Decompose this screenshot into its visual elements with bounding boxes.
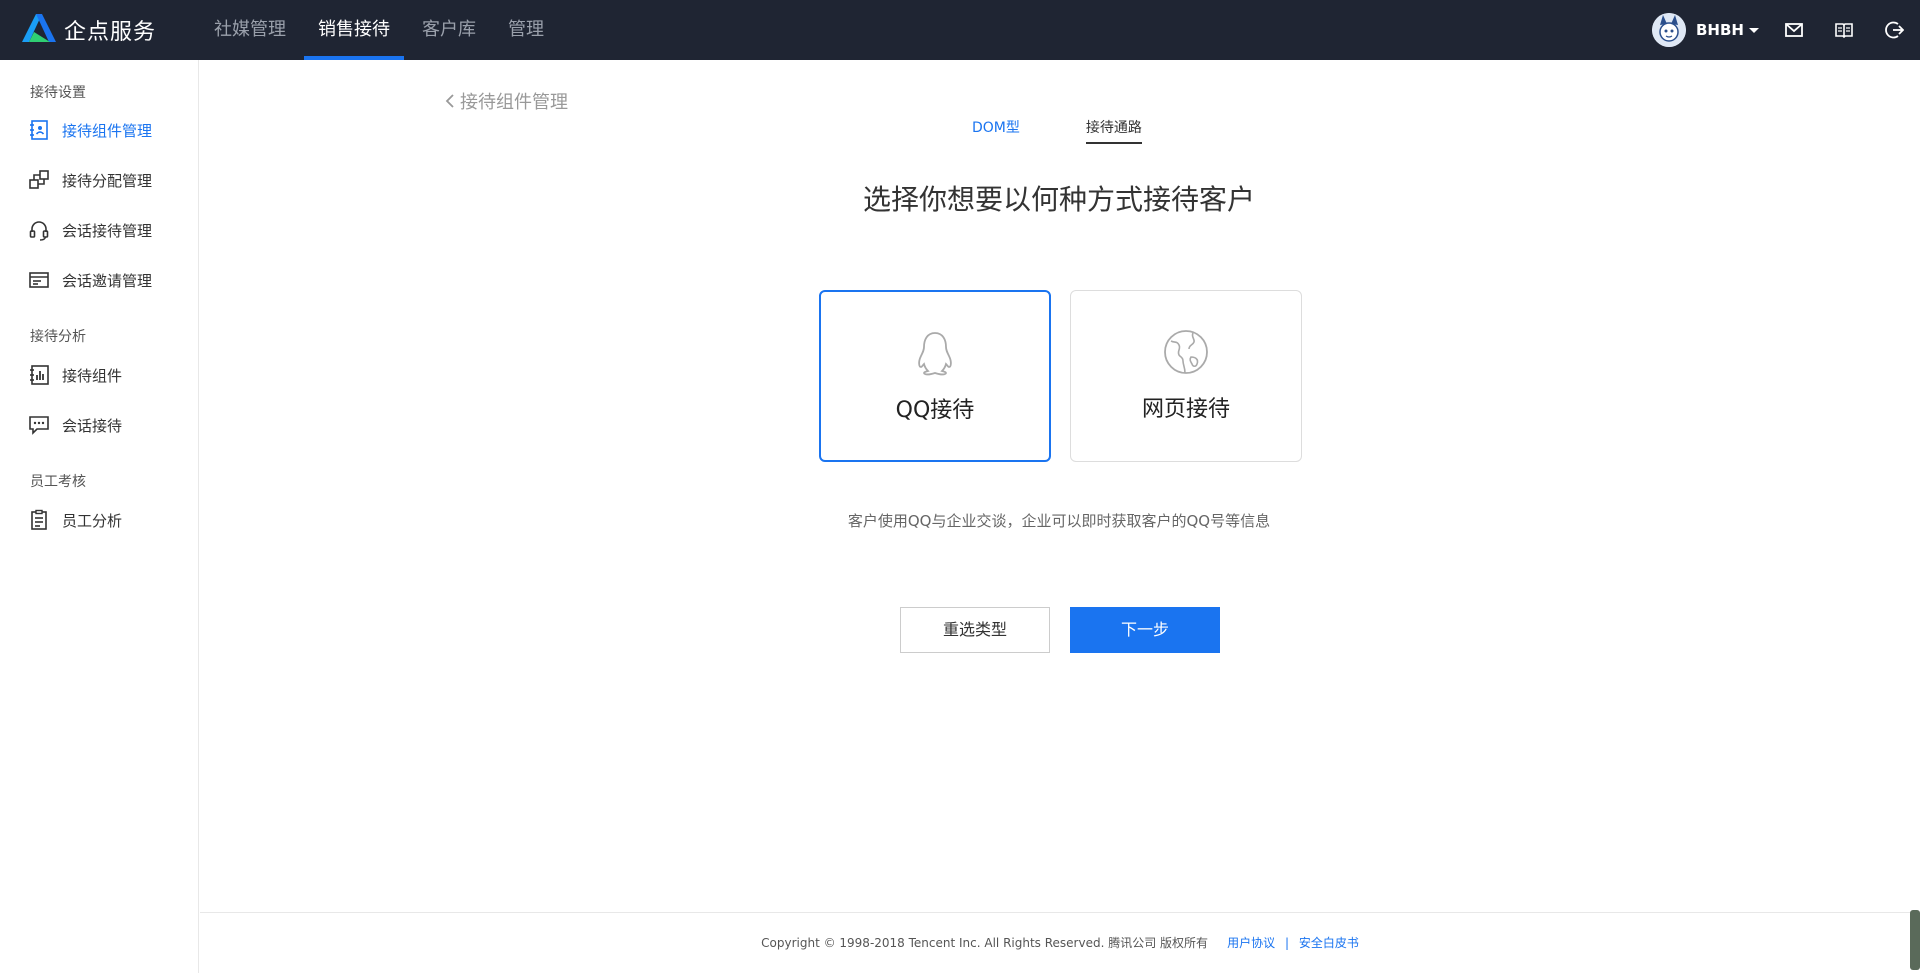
- qq-penguin-icon: [821, 328, 1049, 378]
- sidebar-item-session-management[interactable]: 会话接待管理: [28, 218, 152, 242]
- sidebar-item-widget-management[interactable]: 接待组件管理: [28, 118, 152, 142]
- nav-sales-reception[interactable]: 销售接待: [304, 0, 404, 60]
- sidebar-item-widget-analysis[interactable]: 接待组件: [28, 363, 122, 387]
- nav-management[interactable]: 管理: [494, 0, 558, 60]
- mail-icon[interactable]: [1784, 20, 1804, 40]
- headset-icon: [28, 219, 50, 241]
- reselect-type-button[interactable]: 重选类型: [900, 607, 1050, 653]
- book-icon[interactable]: [1834, 20, 1854, 40]
- widget-icon: [28, 119, 50, 141]
- option-card-web[interactable]: 网页接待: [1070, 290, 1302, 462]
- sidebar-item-session-analysis[interactable]: 会话接待: [28, 413, 122, 437]
- logo-mark-icon: [20, 12, 60, 48]
- option-label: QQ接待: [895, 398, 975, 423]
- username: BHBH: [1696, 21, 1744, 39]
- globe-icon: [1071, 327, 1301, 377]
- sidebar-item-label: 接待组件: [62, 366, 123, 385]
- user-menu[interactable]: BHBH: [1652, 13, 1759, 47]
- sidebar-item-invite-management[interactable]: 会话邀请管理: [28, 268, 152, 292]
- next-step-button[interactable]: 下一步: [1070, 607, 1220, 653]
- sidebar-item-label: 会话接待: [62, 416, 123, 435]
- type-tabs: DOM型 接待通路: [972, 118, 1142, 144]
- top-bar: 企点服务 社媒管理 销售接待 客户库 管理 BHBH: [0, 0, 1920, 60]
- invite-icon: [28, 269, 50, 291]
- tab-reception-channel[interactable]: 接待通路: [1085, 118, 1142, 144]
- page-title: 选择你想要以何种方式接待客户: [862, 183, 1255, 216]
- scrollbar-handle[interactable]: [1910, 910, 1920, 970]
- option-description: 客户使用QQ与企业交谈，企业可以即时获取客户的QQ号等信息: [847, 512, 1271, 530]
- sidebar-group-staff-assessment: 员工考核: [30, 474, 86, 490]
- back-link-label: 接待组件管理: [460, 92, 568, 113]
- sidebar-item-label: 会话邀请管理: [62, 271, 153, 290]
- chart-icon: [28, 364, 50, 386]
- footer: Copyright © 1998-2018 Tencent Inc. All R…: [200, 934, 1920, 951]
- sidebar-item-label: 会话接待管理: [62, 221, 153, 240]
- user-agreement-link[interactable]: 用户协议: [1227, 936, 1275, 950]
- nav-customer-base[interactable]: 客户库: [408, 0, 490, 60]
- logo-text: 企点服务: [64, 20, 157, 45]
- security-whitepaper-link[interactable]: 安全白皮书: [1299, 936, 1359, 950]
- sidebar-group-reception-analysis: 接待分析: [30, 329, 86, 345]
- back-link[interactable]: 接待组件管理: [444, 88, 568, 114]
- avatar: [1652, 13, 1686, 47]
- logo[interactable]: 企点服务: [20, 14, 156, 46]
- footer-divider: [200, 912, 1920, 913]
- option-card-qq[interactable]: QQ接待: [819, 290, 1051, 462]
- main-nav: 社媒管理 销售接待 客户库 管理: [200, 0, 562, 60]
- option-label: 网页接待: [1141, 397, 1230, 422]
- chevron-down-icon: [1748, 27, 1759, 33]
- sidebar-item-label: 接待组件管理: [62, 121, 153, 140]
- nav-social-media[interactable]: 社媒管理: [200, 0, 300, 60]
- sidebar-group-reception-settings: 接待设置: [30, 85, 86, 101]
- footer-separator: |: [1284, 936, 1290, 950]
- logout-icon[interactable]: [1884, 20, 1905, 40]
- chevron-left-icon: [445, 94, 454, 108]
- tab-dom[interactable]: DOM型: [972, 118, 1020, 144]
- copyright-text: Copyright © 1998-2018 Tencent Inc. All R…: [761, 936, 1209, 950]
- chat-icon: [28, 414, 50, 436]
